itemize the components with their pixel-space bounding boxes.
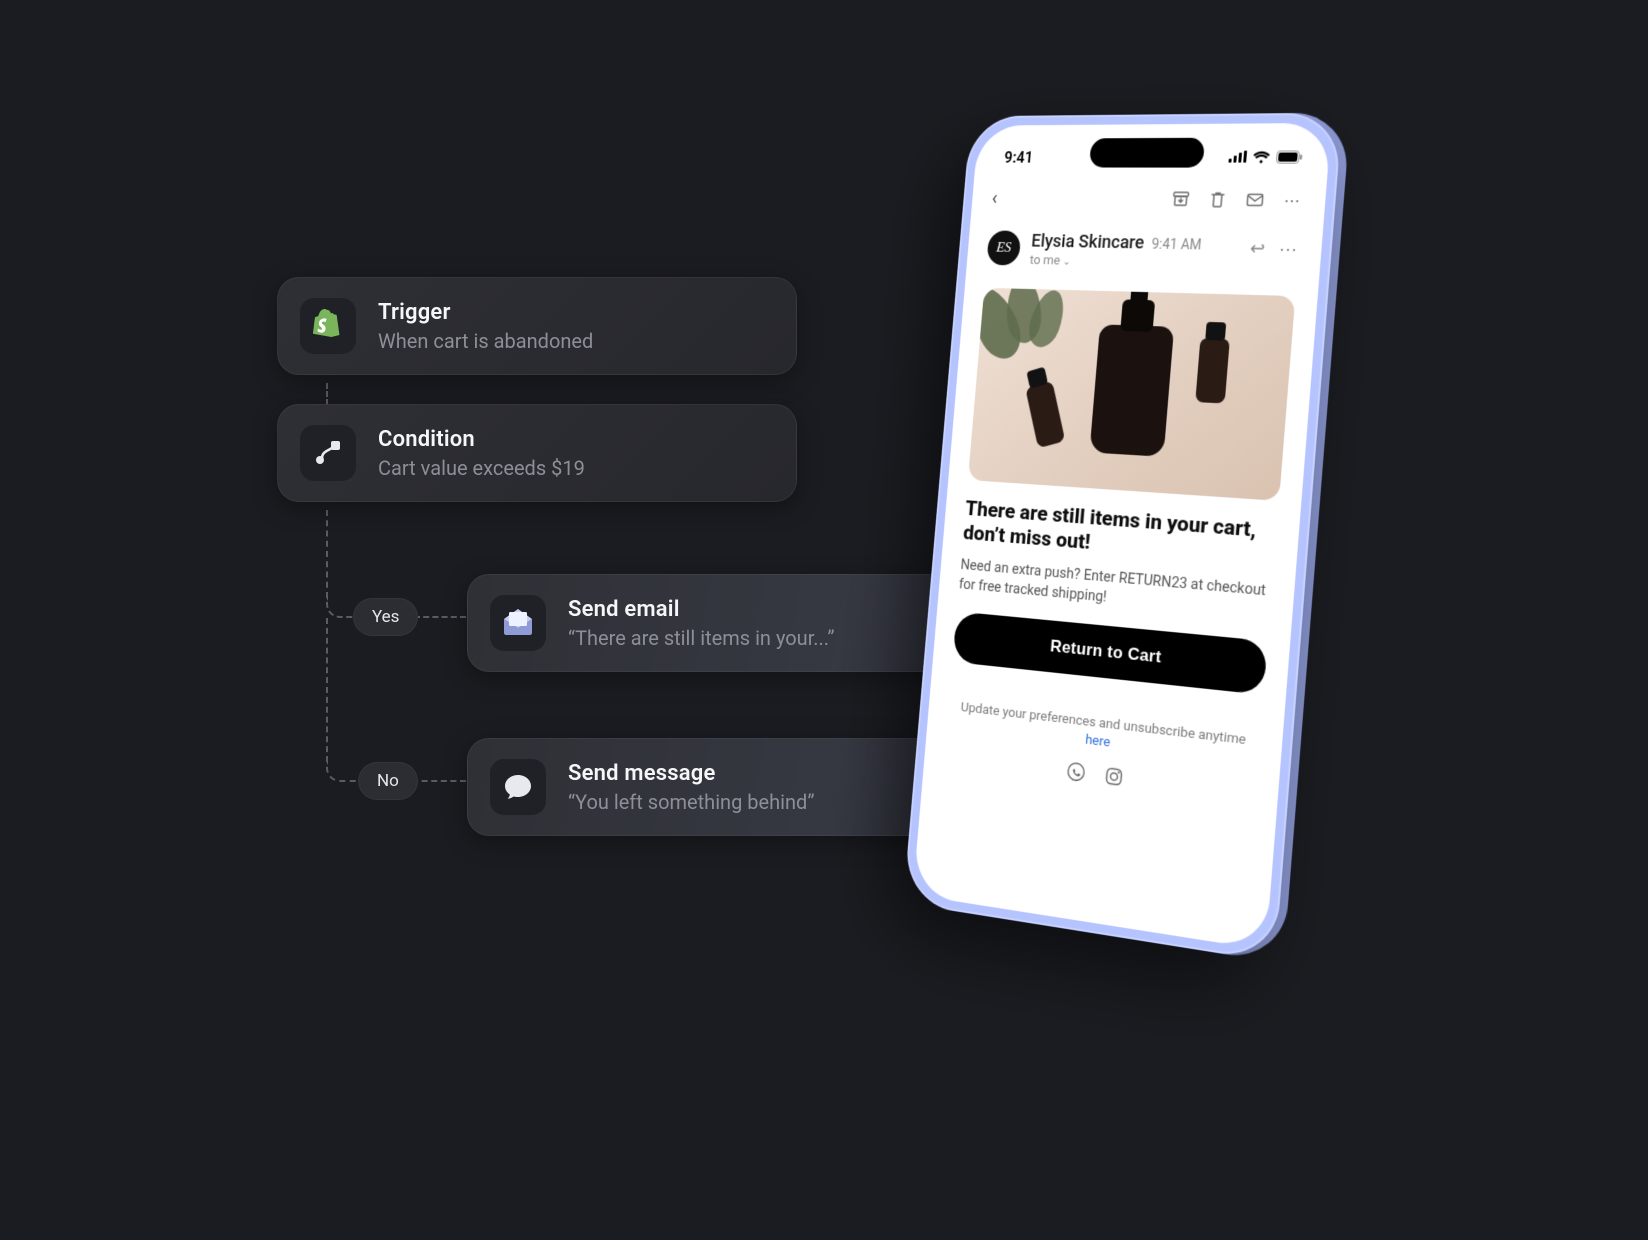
hero-image [968,288,1296,501]
node-title: Send message [568,761,814,786]
wifi-icon [1252,150,1271,163]
mail-toolbar: ‹ ⋯ [971,179,1327,221]
node-subtitle: “You left something behind” [568,790,814,814]
flow-node-trigger[interactable]: Trigger When cart is abandoned [277,277,797,375]
mail-to-line[interactable]: to me ⌄ [1029,253,1237,272]
shopify-icon [300,298,356,354]
battery-icon [1276,150,1303,163]
connector [326,598,354,618]
whatsapp-icon[interactable] [1065,760,1088,785]
node-subtitle: When cart is abandoned [378,329,593,353]
node-subtitle: Cart value exceeds $19 [378,456,585,480]
cellular-icon [1228,151,1247,163]
node-subtitle: “There are still items in your...” [568,626,835,650]
more-icon[interactable]: ⋯ [1278,239,1300,261]
more-icon[interactable]: ⋯ [1282,190,1304,210]
mail-time: 9:41 AM [1151,237,1202,254]
phone-notch [1089,138,1205,168]
connector [326,762,358,782]
email-icon [490,595,546,651]
archive-icon[interactable] [1170,189,1191,209]
status-time: 9:41 [1004,148,1034,166]
flow-node-send-email[interactable]: Send email “There are still items in you… [467,574,993,672]
mail-header: ES Elysia Skincare 9:41 AM to me ⌄ ↩ ⋯ [967,224,1323,274]
back-icon[interactable]: ‹ [991,186,998,209]
chevron-down-icon: ⌄ [1062,257,1071,268]
mail-body: There are still items in your cart, don’… [913,276,1319,950]
connector [414,616,466,618]
node-title: Condition [378,427,585,452]
instagram-icon[interactable] [1103,764,1126,789]
phone-mockup: 9:41 ‹ ⋯ ES [903,113,1343,963]
return-to-cart-button[interactable]: Return to Cart [952,611,1267,694]
sender-name: Elysia Skincare [1031,231,1145,253]
connector [412,780,466,782]
avatar: ES [986,230,1021,265]
node-title: Trigger [378,300,593,325]
connector [326,383,328,405]
connector [326,510,328,598]
flow-node-condition[interactable]: Condition Cart value exceeds $19 [277,404,797,502]
trash-icon[interactable] [1207,190,1228,210]
chat-bubble-icon [490,759,546,815]
reply-icon[interactable]: ↩ [1249,238,1266,259]
connector [326,618,328,762]
branch-icon [300,425,356,481]
branch-label-yes: Yes [353,598,418,636]
branch-label-no: No [358,762,418,800]
node-title: Send email [568,597,835,622]
unsubscribe-link[interactable]: here [1085,732,1111,751]
envelope-icon[interactable] [1244,190,1265,210]
